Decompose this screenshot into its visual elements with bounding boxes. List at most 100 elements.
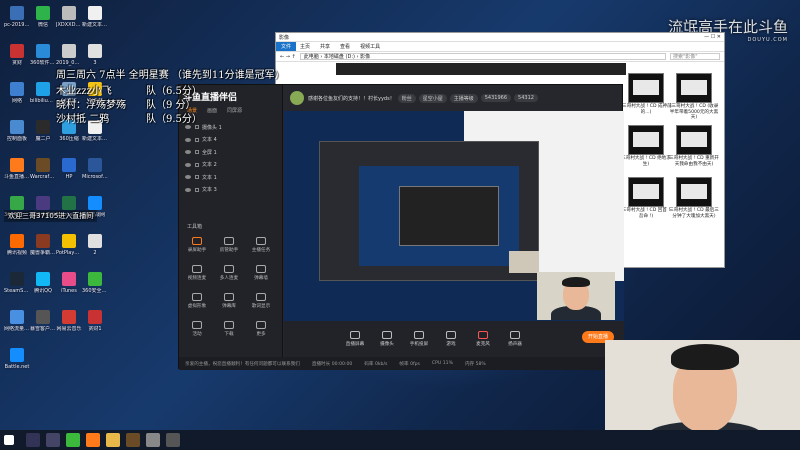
- desktop-icon[interactable]: 魔二户: [30, 120, 56, 142]
- search-icon[interactable]: [26, 433, 40, 447]
- video-thumbnail[interactable]: [628, 73, 664, 103]
- btn-camera[interactable]: 摄像头: [376, 331, 398, 347]
- source-item[interactable]: 文本 4: [179, 134, 282, 147]
- lock-icon[interactable]: [195, 175, 199, 180]
- ribbon-tab-home[interactable]: 主页: [300, 43, 310, 50]
- toolbox-item[interactable]: 多人连麦: [217, 265, 241, 281]
- overlay-team-3-score: 队（9.5分）: [146, 114, 202, 125]
- source-item[interactable]: 文本 3: [179, 184, 282, 197]
- desktop-icon[interactable]: 2: [82, 234, 108, 256]
- search-input[interactable]: 搜索"影像": [670, 53, 720, 60]
- fan-badge[interactable]: 粉丝: [397, 93, 416, 103]
- desktop-icon[interactable]: 魔兽争霸官方对战平台: [30, 234, 56, 256]
- desktop-icon[interactable]: PotPlayer 64 bit: [56, 234, 82, 256]
- toolbox-item[interactable]: 下载: [217, 321, 241, 337]
- desktop-icon-label: 控制面板: [6, 136, 27, 142]
- desktop-icon[interactable]: 暴雪客户7.0: [30, 310, 56, 332]
- browser-icon[interactable]: [66, 433, 80, 447]
- tab-screen[interactable]: 画面: [207, 107, 217, 117]
- ribbon-tab-file[interactable]: 文件: [276, 42, 297, 51]
- taskview-icon[interactable]: [46, 433, 60, 447]
- nav-arrows-icon[interactable]: ← → ↑: [280, 54, 296, 60]
- desktop-icon[interactable]: SteamSetup: [4, 272, 30, 294]
- desktop-icon[interactable]: 360安全卫士: [82, 272, 108, 294]
- eye-icon[interactable]: [185, 125, 191, 130]
- address-bar[interactable]: 此电脑 › 本地磁盘 (D:) › 影像: [299, 53, 666, 60]
- lock-icon[interactable]: [195, 150, 199, 155]
- toolbox-item[interactable]: 虚拟形象: [185, 293, 209, 309]
- desktop-icon[interactable]: 网络流量监控器: [4, 310, 30, 332]
- tab-source[interactable]: 同屏源: [227, 107, 242, 117]
- source-item[interactable]: 全屏 1: [179, 146, 282, 159]
- app2-taskbar-icon[interactable]: [166, 433, 180, 447]
- toolbox-item[interactable]: 视频连麦: [185, 265, 209, 281]
- video-thumbnail[interactable]: [676, 125, 712, 155]
- desktop-icon[interactable]: 网络: [4, 82, 30, 104]
- overlay-team-3: 沙村抵 二鸦: [56, 114, 110, 125]
- desktop-icon[interactable]: 微信: [30, 6, 56, 28]
- desktop-icon[interactable]: bilibiliupl...: [30, 82, 56, 104]
- start-icon[interactable]: [4, 435, 14, 445]
- toolbox-item[interactable]: 主播任务: [249, 237, 273, 253]
- desktop-icon[interactable]: 新建文本文档 (2): [82, 6, 108, 28]
- video-thumbnail[interactable]: [676, 177, 712, 207]
- desktop-icon[interactable]: pc-20190...: [4, 6, 30, 28]
- video-thumbnail[interactable]: [676, 73, 712, 103]
- desktop-icon[interactable]: 腾讯视频: [4, 234, 30, 256]
- lock-icon[interactable]: [195, 162, 199, 167]
- douyu-taskbar-icon[interactable]: [86, 433, 100, 447]
- toolbox-item[interactable]: 房管助手: [217, 237, 241, 253]
- folder-icon[interactable]: [106, 433, 120, 447]
- btn-screen[interactable]: 直播屏幕: [344, 331, 366, 347]
- app-taskbar-icon[interactable]: [146, 433, 160, 447]
- video-thumbnail[interactable]: [628, 177, 664, 207]
- lock-icon[interactable]: [195, 125, 199, 130]
- toolbox-item[interactable]: 活动: [185, 321, 209, 337]
- btn-phone[interactable]: 手机投屏: [408, 331, 430, 347]
- btn-game[interactable]: 游戏: [440, 331, 462, 347]
- desktop-icon[interactable]: HP: [56, 158, 82, 180]
- avatar[interactable]: [290, 91, 304, 105]
- desktop-icon[interactable]: 网易云音乐: [56, 310, 82, 332]
- desktop-icon[interactable]: Warcraft III: [30, 158, 56, 180]
- btn-speaker[interactable]: 扬声器: [504, 331, 526, 347]
- douyu-companion-window[interactable]: 斗鱼直播伴侣 场景 画面 同屏源 摄像头 1 文本 4 全屏 1 文本 2 文本 1 文本…: [178, 84, 624, 370]
- toolbox-item[interactable]: 歌词显示: [249, 293, 273, 309]
- eye-icon[interactable]: [185, 150, 191, 155]
- desktop-icon[interactable]: iTunes: [56, 272, 82, 294]
- desktop-icon[interactable]: 斗鱼直播伴侣: [4, 158, 30, 180]
- eye-icon[interactable]: [185, 137, 191, 142]
- desktop-icon[interactable]: Microsoft Office Wo...: [82, 158, 108, 180]
- lock-icon[interactable]: [195, 137, 199, 142]
- ribbon-tab-view[interactable]: 查看: [340, 43, 350, 50]
- desktop-icon[interactable]: 贪财: [4, 44, 30, 66]
- app-icon: [10, 196, 24, 210]
- toolbox-item[interactable]: 更多: [249, 321, 273, 337]
- btn-mic[interactable]: 麦克风: [472, 331, 494, 347]
- desktop-icon-label: 魔兽争霸官方对战平台: [30, 250, 56, 256]
- warcraft-taskbar-icon[interactable]: [126, 433, 140, 447]
- desktop-icon[interactable]: 贪财1: [82, 310, 108, 332]
- video-thumbnail[interactable]: [628, 125, 664, 155]
- desktop-icon[interactable]: Battle.net: [4, 348, 30, 370]
- desktop-icon[interactable]: 腾讯QQ: [30, 272, 56, 294]
- eye-icon[interactable]: [185, 162, 191, 167]
- desktop-icon[interactable]: 3: [82, 44, 108, 66]
- eye-icon[interactable]: [185, 187, 191, 192]
- desktop-icon[interactable]: 360软件管家: [30, 44, 56, 66]
- desktop-icon[interactable]: 控制面板: [4, 120, 30, 142]
- desktop-icon[interactable]: JXDXXDR...: [56, 6, 82, 28]
- lock-icon[interactable]: [195, 187, 199, 192]
- app-icon: [36, 158, 50, 172]
- source-item[interactable]: 文本 1: [179, 171, 282, 184]
- toolbox-item[interactable]: 弹幕墙: [249, 265, 273, 281]
- eye-icon[interactable]: [185, 175, 191, 180]
- desktop-icon[interactable]: 2019_06_1...: [56, 44, 82, 66]
- ribbon-tab-share[interactable]: 共享: [320, 43, 330, 50]
- toolbox-item[interactable]: 弹幕库: [217, 293, 241, 309]
- source-item[interactable]: 文本 2: [179, 159, 282, 172]
- header-title: 感谢各位鱼友们的支持！！村长yyds！: [308, 95, 395, 102]
- overlay-schedule: 周三周六 7点半 全明星赛 （谁先到11分谁是冠军）: [56, 70, 285, 81]
- ribbon-tab-video-tools[interactable]: 视频工具: [360, 43, 380, 50]
- toolbox-item[interactable]: 录屏助手: [185, 237, 209, 253]
